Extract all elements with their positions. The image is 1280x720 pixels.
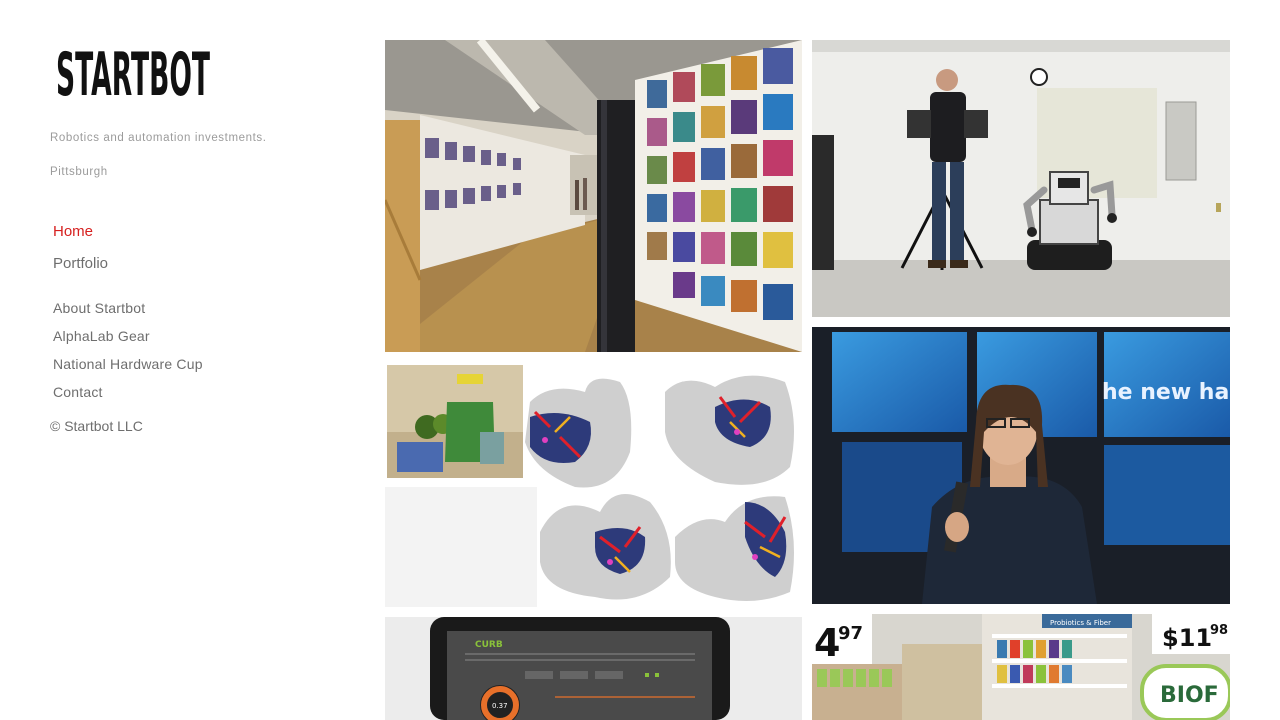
- secondary-nav: About Startbot AlphaLab Gear National Ha…: [53, 294, 350, 406]
- svg-text:STARTBOT: STARTBOT: [56, 40, 210, 110]
- price-right-cents-text: 98: [1210, 623, 1228, 638]
- nav-item-national-hardware-cup[interactable]: National Hardware Cup: [53, 350, 350, 378]
- nav-item-home[interactable]: Home: [53, 216, 350, 248]
- office-hallway-photo[interactable]: [385, 40, 802, 352]
- price-left-cents-text: 97: [838, 623, 863, 644]
- shelf-sign-text: Probiotics & Fiber: [1050, 619, 1111, 627]
- price-right-text: $11: [1162, 624, 1212, 652]
- robot-demo-photo[interactable]: [812, 40, 1230, 317]
- nav-item-portfolio[interactable]: Portfolio: [53, 248, 350, 280]
- pharmacy-aisle-photo[interactable]: 4 97 Probiotics & Fiber $11 98 BIOF: [812, 614, 1230, 720]
- sidebar: STARTBOT Robotics and automation investm…: [50, 40, 350, 434]
- site-location: Pittsburgh: [50, 166, 108, 178]
- startbot-logo[interactable]: STARTBOT: [56, 40, 312, 116]
- gauge-value-text: 0.37: [492, 702, 508, 710]
- site-tagline: Robotics and automation investments.: [50, 132, 267, 144]
- startbot-logo-mark: STARTBOT: [56, 40, 210, 110]
- primary-nav: Home Portfolio: [53, 216, 350, 280]
- curb-logo-text: CURB: [475, 640, 503, 650]
- copyright: © Startbot LLC: [50, 418, 143, 434]
- nav-item-alphalab-gear[interactable]: AlphaLab Gear: [53, 322, 350, 350]
- point-cloud-grasping-photo[interactable]: [385, 362, 802, 607]
- energy-monitor-laptop-photo[interactable]: CURB 0.37: [385, 617, 802, 720]
- banner-text: he new ha: [1102, 380, 1229, 405]
- banner-brand-text: BIOF: [1160, 683, 1219, 708]
- price-left-text: 4: [814, 621, 840, 665]
- nav-item-about-startbot[interactable]: About Startbot: [53, 294, 350, 322]
- speaker-photo[interactable]: he new ha: [812, 327, 1230, 604]
- nav-item-contact[interactable]: Contact: [53, 378, 350, 406]
